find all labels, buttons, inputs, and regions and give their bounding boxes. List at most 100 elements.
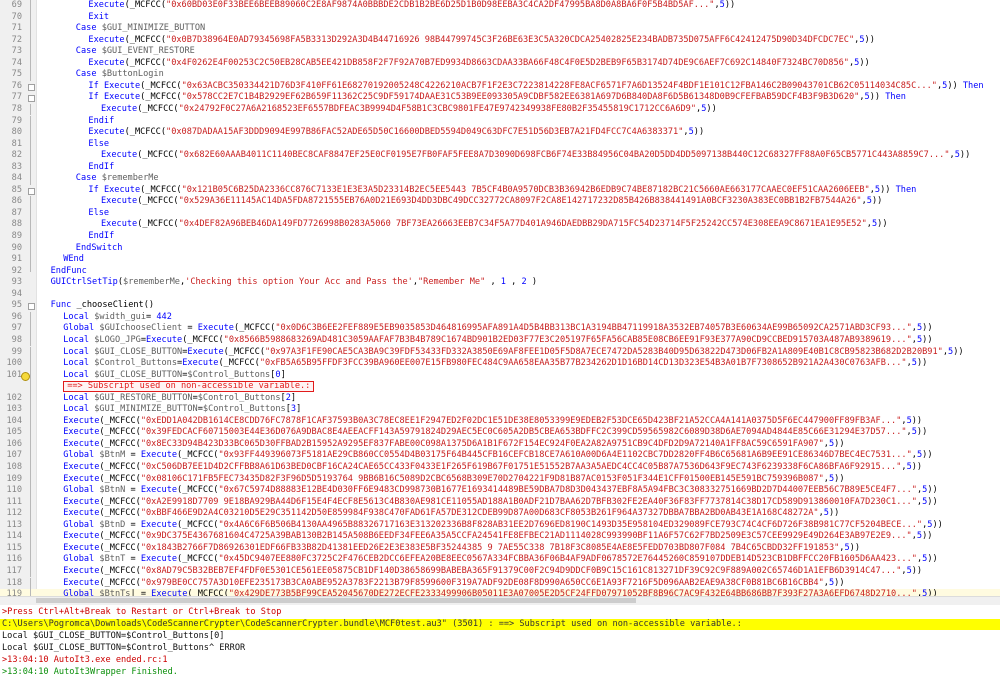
code-text: Execute(_MCFCC("0x8AD79C5B32BEB7EF4FDF0E…: [63, 565, 923, 576]
code-text: WEnd: [63, 254, 84, 265]
code-line[interactable]: 112 Execute(_MCFCC("0xBBF466E9D2A4C03210D…: [0, 508, 1000, 520]
code-line[interactable]: 73 Case $GUI_EVENT_RESTORE: [0, 46, 1000, 58]
code-line[interactable]: 113 Global $BtnD = Execute(_MCFCC("0x4A6C…: [0, 519, 1000, 532]
code-line[interactable]: 98 Local $LOGO_JPG=Execute(_MCFCC("0x8566…: [0, 334, 1000, 347]
line-number: 81: [11, 138, 22, 149]
code-line[interactable]: 114 Execute(_MCFCC("0x9DC375E4367681604C4…: [0, 531, 1000, 543]
code-line[interactable]: 75 Case $ButtonLogin: [0, 69, 1000, 81]
fold-guide: [30, 150, 31, 162]
fold-guide: [30, 207, 31, 220]
code-line[interactable]: 74 Execute(_MCFCC("0x4F0262E4F00253C2C50E…: [0, 57, 1000, 70]
code-text: EndIf: [88, 231, 115, 241]
code-line[interactable]: 102 Local $GUI_RESTORE_BUTTON=$Control_Bu…: [0, 392, 1000, 405]
line-number: 91: [11, 254, 22, 265]
code-line[interactable]: 71 Case $GUI_MINIMIZE_BUTTON: [0, 23, 1000, 35]
code-line[interactable]: 76 If Execute(_MCFCC("0x63ACBC350334421D7…: [0, 81, 1000, 93]
code-line[interactable]: 96 Local $width_gui= 442: [0, 311, 1000, 324]
code-line[interactable]: 92 EndFunc: [0, 265, 1000, 278]
code-line[interactable]: 94: [0, 289, 1000, 301]
fold-toggle-icon[interactable]: [28, 303, 35, 311]
code-line[interactable]: 84 Case $rememberMe: [0, 173, 1000, 185]
code-text: Execute(_MCFCC("0x9DC375E4367681604C4725…: [63, 531, 933, 542]
code-line[interactable]: 101 Local $GUI_CLOSE_BUTTON=$Control_Butt…: [0, 369, 1000, 382]
fold-toggle-icon[interactable]: [28, 187, 35, 195]
code-text: Else: [88, 207, 110, 218]
code-text: Execute(_MCFCC("0x08106C171FB5FEC73435D8…: [63, 473, 845, 484]
code-line[interactable]: 117 Execute(_MCFCC("0x8AD79C5B32BEB7EF4FD…: [0, 565, 1000, 578]
console-line: >13:04:10 AutoIt3.exe ended.rc:1: [2, 654, 168, 665]
code-text: Execute(_MCFCC("0xC506DB7EE1D4D2CFFBB8A6…: [63, 462, 923, 472]
code-line[interactable]: 104 Execute(_MCFCC("0xEDD1A042DB1614CE8CD…: [0, 415, 1000, 428]
fold-guide: [30, 358, 31, 370]
line-number: 82: [11, 150, 22, 161]
fold-guide: [30, 554, 31, 566]
code-line[interactable]: 108 Execute(_MCFCC("0xC506DB7EE1D4D2CFFBB…: [0, 462, 1000, 474]
code-line[interactable]: 78 Execute(_MCFCC("0x24792F0C27A6A2168523…: [0, 103, 1000, 116]
fold-guide: [30, 589, 31, 596]
line-number: 72: [11, 34, 22, 45]
fold-guide: [30, 427, 31, 439]
error-annotation-line[interactable]: ==> Subscript used on non-accessible var…: [0, 381, 1000, 393]
line-number: 106: [6, 438, 22, 449]
code-line[interactable]: 119 Global $BtnTs| = Execute(_MCFCC("0x42…: [0, 589, 1000, 596]
code-line[interactable]: 77 If Execute(_MCFCC("0x578CC2E7C1B4B2929…: [0, 92, 1000, 104]
line-number: 99: [11, 346, 22, 357]
line-number: 77: [11, 92, 22, 103]
code-line[interactable]: 93 GUICtrlSetTip($rememberMe,'Checking th…: [0, 277, 1000, 289]
code-line[interactable]: 116 Global $BtnT = Execute(_MCFCC("0x45DC…: [0, 554, 1000, 566]
code-line[interactable]: 109 Execute(_MCFCC("0x08106C171FB5FEC7343…: [0, 473, 1000, 486]
fold-guide: [30, 103, 31, 116]
code-text: Execute(_MCFCC("0x8EC33D94B423D33BC065D3…: [63, 438, 845, 449]
scrollbar-thumb[interactable]: [36, 598, 636, 603]
code-line[interactable]: 103 Local $GUI_MINIMIZE_BUTTON=$Control_B…: [0, 404, 1000, 416]
code-line[interactable]: 86 Execute(_MCFCC("0x529A36E11145AC14DA5F…: [0, 196, 1000, 208]
fold-guide: [30, 531, 31, 543]
fold-guide: [30, 69, 31, 81]
code-line[interactable]: 82 Execute(_MCFCC("0x682E60AAAB4011C1140B…: [0, 150, 1000, 162]
line-number: 98: [11, 334, 22, 345]
code-line[interactable]: 90 EndSwitch: [0, 242, 1000, 255]
line-number: 76: [11, 80, 22, 91]
code-line[interactable]: 87 Else: [0, 207, 1000, 220]
code-text: If Execute(_MCFCC("0x578CC2E7C1B4B2929EF…: [88, 92, 906, 103]
fold-toggle-icon[interactable]: [28, 83, 35, 91]
code-text: EndIf: [88, 161, 115, 172]
code-line[interactable]: 95 Func _chooseClient(): [0, 300, 1000, 312]
code-line[interactable]: 118 Execute(_MCFCC("0x979BE0CC757A3D10EFE…: [0, 577, 1000, 590]
code-line[interactable]: 69 Execute(_MCFCC("0x60BD03E0F33BEE6BEEB8…: [0, 0, 1000, 12]
code-text: Global $BtnTs| = Execute(_MCFCC("0x429DE…: [63, 589, 938, 596]
code-line[interactable]: 81 Else: [0, 138, 1000, 151]
line-number: 86: [11, 196, 22, 207]
fold-toggle-icon[interactable]: [28, 95, 35, 103]
code-line[interactable]: 80 Execute(_MCFCC("0x087DADAA15AF3DDD9094…: [0, 127, 1000, 139]
code-line[interactable]: 105 Execute(_MCFCC("0x39FEDCACF60715003E4…: [0, 427, 1000, 439]
fold-guide: [30, 161, 31, 174]
fold-guide: [30, 381, 31, 393]
code-line[interactable]: 79 Endif: [0, 115, 1000, 128]
code-text: Exit: [88, 11, 110, 22]
code-line[interactable]: 89 EndIf: [0, 231, 1000, 243]
code-line[interactable]: 107 Global $BtnM = Execute(_MCFCC("0x93FF…: [0, 450, 1000, 462]
code-text: Execute(_MCFCC("0x4DEF82A96BEB46DA149FD7…: [101, 219, 888, 230]
code-editor[interactable]: 69 Execute(_MCFCC("0x60BD03E0F33BEE6BEEB8…: [0, 0, 1000, 596]
code-line[interactable]: 115 Execute(_MCFCC("0x1843B2766F7D8692630…: [0, 542, 1000, 555]
line-number: 75: [11, 69, 22, 80]
code-line[interactable]: 106 Execute(_MCFCC("0x8EC33D94B423D33BC06…: [0, 438, 1000, 451]
code-line[interactable]: 91 WEnd: [0, 254, 1000, 266]
line-number: 90: [11, 242, 22, 253]
code-line[interactable]: 72 Execute(_MCFCC("0x0B7D38964E0AD7934569…: [0, 34, 1000, 47]
code-line[interactable]: 110 Global $BtnN = Execute(_MCFCC("0x67C5…: [0, 485, 1000, 497]
code-line[interactable]: 70 Exit: [0, 11, 1000, 24]
code-line[interactable]: 97 Global $GUIchooseClient = Execute(_MCF…: [0, 323, 1000, 335]
line-number: 78: [11, 103, 22, 114]
code-line[interactable]: 111 Execute(_MCFCC("0xA2E9918D7709 9E18BA…: [0, 496, 1000, 509]
output-console[interactable]: >Press Ctrl+Alt+Break to Restart or Ctrl…: [0, 605, 1000, 686]
code-line[interactable]: 99 Local $GUI_CLOSE_BUTTON=Execute(_MCFCC…: [0, 346, 1000, 359]
code-line[interactable]: 85 If Execute(_MCFCC("0x121B05C6B25DA2336…: [0, 185, 1000, 197]
code-text: Execute(_MCFCC("0x1843B2766F7D86926301ED…: [63, 542, 861, 553]
code-line[interactable]: 88 Execute(_MCFCC("0x4DEF82A96BEB46DA149F…: [0, 219, 1000, 231]
code-line[interactable]: 83 EndIf: [0, 161, 1000, 174]
line-number: 116: [6, 554, 22, 565]
line-number: 96: [11, 311, 22, 322]
code-line[interactable]: 100 Local $Control_Buttons=Execute(_MCFCC…: [0, 358, 1000, 370]
